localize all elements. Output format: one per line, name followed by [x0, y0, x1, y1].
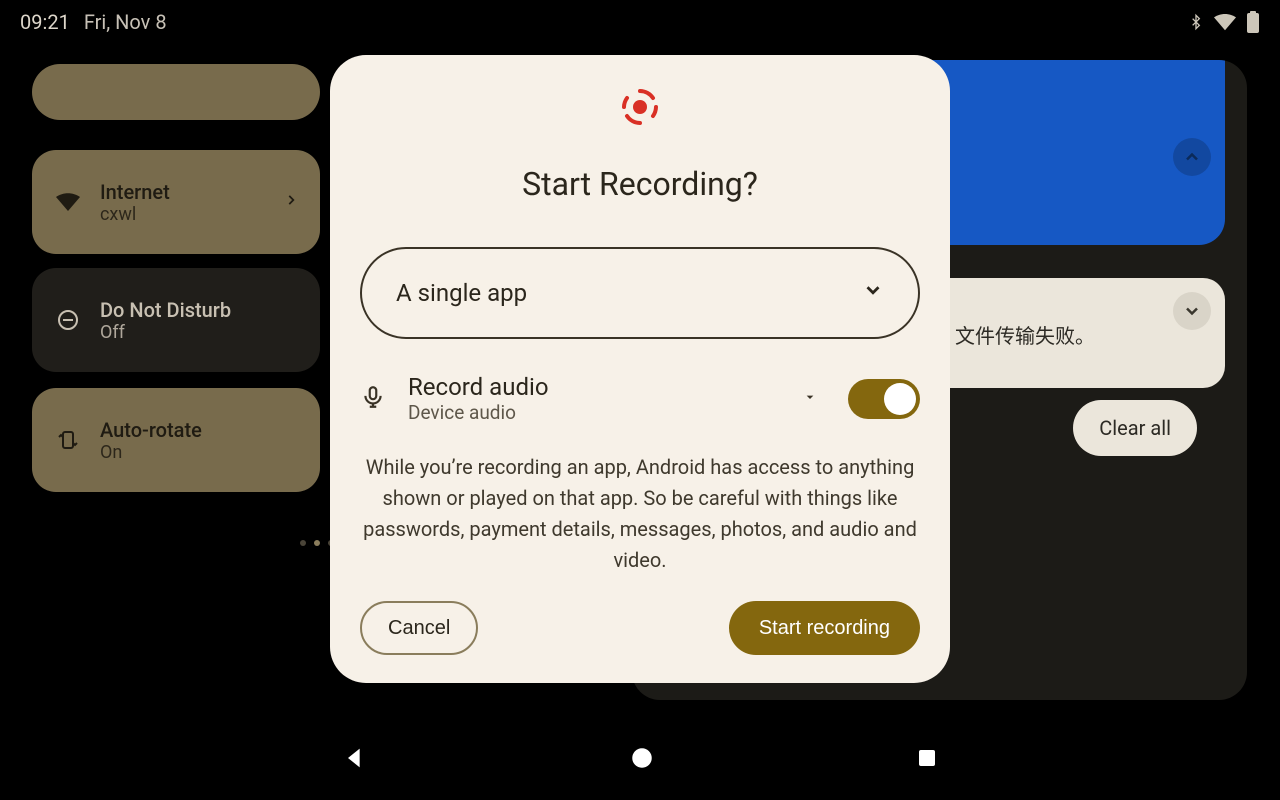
chevron-down-icon: [862, 279, 884, 307]
dialog-disclosure: While you’re recording an app, Android h…: [360, 452, 920, 576]
start-recording-button[interactable]: Start recording: [729, 601, 920, 655]
start-label: Start recording: [759, 617, 890, 640]
record-icon: [620, 87, 660, 131]
cancel-label: Cancel: [388, 617, 450, 640]
record-audio-sublabel: Device audio: [408, 401, 549, 424]
dropdown-value: A single app: [396, 279, 527, 307]
record-audio-toggle[interactable]: [848, 379, 920, 419]
record-audio-label: Record audio: [408, 373, 549, 401]
audio-source-dropdown[interactable]: [802, 389, 818, 409]
mic-icon: [360, 384, 386, 414]
dialog-title: Start Recording?: [522, 165, 758, 203]
record-mode-dropdown[interactable]: A single app: [360, 247, 920, 339]
start-recording-dialog: Start Recording? A single app Record aud…: [330, 55, 950, 683]
cancel-button[interactable]: Cancel: [360, 601, 478, 655]
